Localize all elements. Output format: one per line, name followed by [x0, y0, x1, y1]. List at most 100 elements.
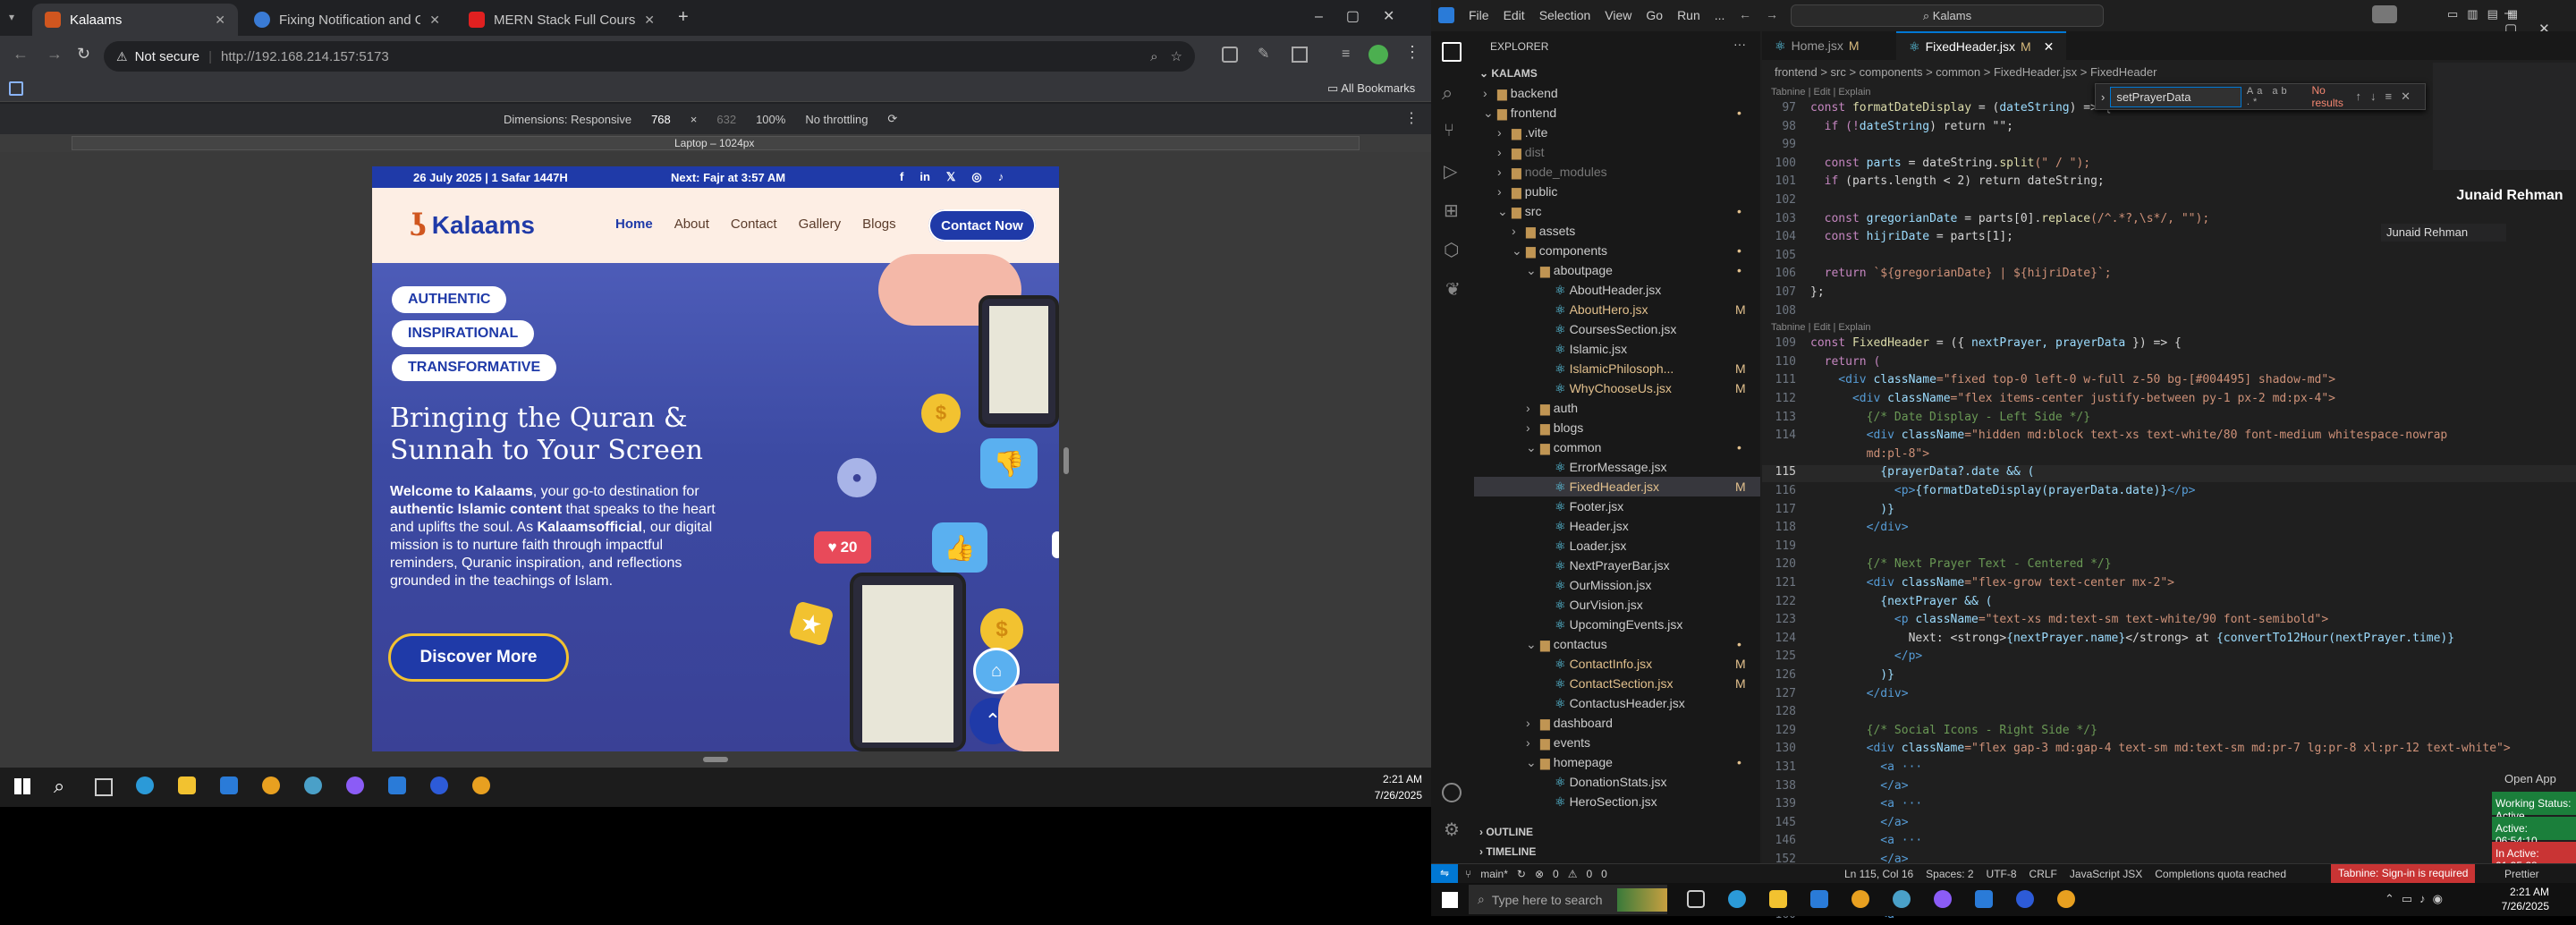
tab-kalaams[interactable]: Kalaams ✕: [32, 4, 238, 36]
tree-file[interactable]: ⚛ Islamic.jsx: [1474, 339, 1760, 359]
tree-file[interactable]: ⚛ ContactInfo.jsx M: [1474, 654, 1760, 674]
minimap[interactable]: [2433, 63, 2576, 170]
site-logo[interactable]: ʖ Kalaams: [410, 208, 535, 243]
codelens-1[interactable]: Tabnine | Edit | Explain: [1771, 87, 1871, 98]
all-bookmarks[interactable]: ▭ All Bookmarks: [1327, 81, 1415, 96]
match-case-icons[interactable]: Aa ab .*: [2247, 86, 2305, 107]
tree-file[interactable]: ⚛ DonationStats.jsx: [1474, 772, 1760, 792]
search-icon[interactable]: ⌕: [54, 775, 64, 798]
bookmark-star-icon[interactable]: ☆: [1171, 48, 1182, 64]
menu-more[interactable]: ...: [1715, 8, 1725, 22]
outline-section[interactable]: › OUTLINE: [1479, 826, 1533, 838]
menu-edit[interactable]: Edit: [1504, 8, 1525, 22]
more-actions-icon[interactable]: ···: [1733, 37, 1746, 51]
eol[interactable]: CRLF: [2029, 868, 2057, 880]
mongodb-leaf-icon[interactable]: ❦: [1445, 278, 1461, 301]
pen-icon[interactable]: ✎: [1258, 45, 1269, 63]
encoding[interactable]: UTF-8: [1987, 868, 2017, 880]
tree-folder[interactable]: ⌄ ▆ src •: [1474, 201, 1760, 221]
x-icon[interactable]: 𝕏: [946, 170, 955, 184]
linkedin-icon[interactable]: in: [919, 170, 930, 184]
tree-file[interactable]: ⚛ Header.jsx: [1474, 516, 1760, 536]
tree-file[interactable]: ⚛ ContactusHeader.jsx: [1474, 693, 1760, 713]
resize-handle-right[interactable]: [1063, 447, 1069, 474]
address-bar[interactable]: ⚠ Not secure | http://192.168.214.157:51…: [104, 41, 1195, 72]
tree-folder[interactable]: › ▆ backend: [1474, 83, 1760, 103]
rotate-icon[interactable]: ⟳: [887, 112, 897, 126]
nav-contact[interactable]: Contact: [731, 216, 777, 232]
chrome-icon-2[interactable]: [472, 776, 490, 794]
nav-about[interactable]: About: [674, 216, 709, 232]
throttle-select[interactable]: No throttling: [805, 113, 868, 126]
run-debug-icon[interactable]: ▷: [1444, 160, 1457, 182]
chrome-icon-2[interactable]: [2057, 890, 2075, 908]
chevron-right-icon[interactable]: ›: [2101, 90, 2105, 104]
tree-file[interactable]: ⚛ ErrorMessage.jsx: [1474, 457, 1760, 477]
tree-folder[interactable]: › ▆ dashboard: [1474, 713, 1760, 733]
tree-folder[interactable]: ⌄ ▆ common •: [1474, 437, 1760, 457]
tree-file[interactable]: ⚛ CoursesSection.jsx: [1474, 319, 1760, 339]
tree-folder[interactable]: ⌄ ▆ homepage •: [1474, 752, 1760, 772]
file-explorer-icon[interactable]: [178, 776, 196, 794]
tree-file[interactable]: ⚛ NextPrayerBar.jsx: [1474, 556, 1760, 575]
tree-file[interactable]: ⚛ HeroSection.jsx: [1474, 792, 1760, 811]
new-tab-plus-icon[interactable]: +: [678, 7, 689, 28]
viewport-width[interactable]: 768: [651, 113, 671, 126]
remote-indicator-icon[interactable]: ⇋: [1431, 864, 1458, 884]
indent-setting[interactable]: Spaces: 2: [1926, 868, 1973, 880]
tree-file[interactable]: ⚛ ContactSection.jsx M: [1474, 674, 1760, 693]
copilot-icon[interactable]: [2372, 5, 2397, 23]
taskbar-search[interactable]: ⌕ Type here to search: [1469, 885, 1667, 914]
command-center[interactable]: ⌕ Kalams: [1791, 4, 2104, 27]
task-view-icon[interactable]: [95, 778, 113, 796]
tree-file[interactable]: ⚛ Footer.jsx: [1474, 496, 1760, 516]
store-icon[interactable]: [220, 776, 238, 794]
app-icon[interactable]: [1893, 890, 1911, 908]
codelens-2[interactable]: Tabnine | Edit | Explain: [1771, 322, 1871, 333]
cursor-position[interactable]: Ln 115, Col 16: [1844, 868, 1913, 880]
tab-mern[interactable]: MERN Stack Full Course - ECom ✕: [456, 4, 667, 36]
nav-home[interactable]: Home: [615, 216, 653, 232]
github-icon[interactable]: [1934, 890, 1952, 908]
tree-folder[interactable]: ⌄ ▆ aboutpage •: [1474, 260, 1760, 280]
tree-file[interactable]: ⚛ AboutHero.jsx M: [1474, 300, 1760, 319]
tree-file[interactable]: ⚛ AboutHeader.jsx: [1474, 280, 1760, 300]
apps-grid-icon[interactable]: [9, 81, 23, 96]
tree-file[interactable]: ⚛ OurVision.jsx: [1474, 595, 1760, 615]
reload-icon[interactable]: ↻: [77, 45, 90, 64]
vscode-icon[interactable]: [1975, 890, 1993, 908]
menu-file[interactable]: File: [1469, 8, 1489, 22]
media-icon[interactable]: ≡: [1342, 47, 1350, 63]
find-input[interactable]: setPrayerData: [2110, 86, 2241, 107]
tree-folder[interactable]: › ▆ assets: [1474, 221, 1760, 241]
devtools-menu-icon[interactable]: ⋮: [1404, 109, 1419, 127]
instagram-icon[interactable]: ◎: [971, 170, 981, 184]
file-explorer-icon[interactable]: [1769, 890, 1787, 908]
sync-icon[interactable]: ↻: [1517, 868, 1526, 880]
store-icon[interactable]: [1810, 890, 1828, 908]
tree-file[interactable]: ⚛ UpcomingEvents.jsx: [1474, 615, 1760, 634]
edge-icon[interactable]: [1728, 890, 1746, 908]
tab-search-icon[interactable]: ▾: [9, 11, 14, 23]
windows-start-icon[interactable]: [14, 778, 30, 794]
tab-home[interactable]: ⚛ Home.jsx M: [1762, 31, 1896, 60]
tree-folder[interactable]: › ▆ blogs: [1474, 418, 1760, 437]
tree-file[interactable]: ⚛ WhyChooseUs.jsx M: [1474, 378, 1760, 398]
menu-view[interactable]: View: [1605, 8, 1631, 22]
zoom-select[interactable]: 100%: [756, 113, 785, 126]
timeline-section[interactable]: › TIMELINE: [1479, 845, 1536, 858]
breadcrumb[interactable]: frontend > src > components > common > F…: [1775, 65, 2157, 79]
workspace-root[interactable]: ⌄ KALAMS: [1479, 67, 1538, 80]
nav-blogs[interactable]: Blogs: [862, 216, 896, 232]
puzzle-icon[interactable]: [1292, 47, 1308, 63]
error-count[interactable]: 0: [1553, 868, 1559, 880]
viewport-height[interactable]: 632: [716, 113, 736, 126]
tab-fixedheader[interactable]: ⚛ FixedHeader.jsx M ✕: [1896, 31, 2066, 60]
language-mode[interactable]: JavaScript JSX: [2070, 868, 2142, 880]
vscode-icon[interactable]: [388, 776, 406, 794]
windows-start-icon[interactable]: [1442, 892, 1458, 908]
profile-avatar[interactable]: [1368, 45, 1388, 64]
app-icon[interactable]: [304, 776, 322, 794]
close-icon[interactable]: ✕: [2044, 39, 2055, 55]
forward-arrow-icon[interactable]: →: [47, 45, 63, 64]
